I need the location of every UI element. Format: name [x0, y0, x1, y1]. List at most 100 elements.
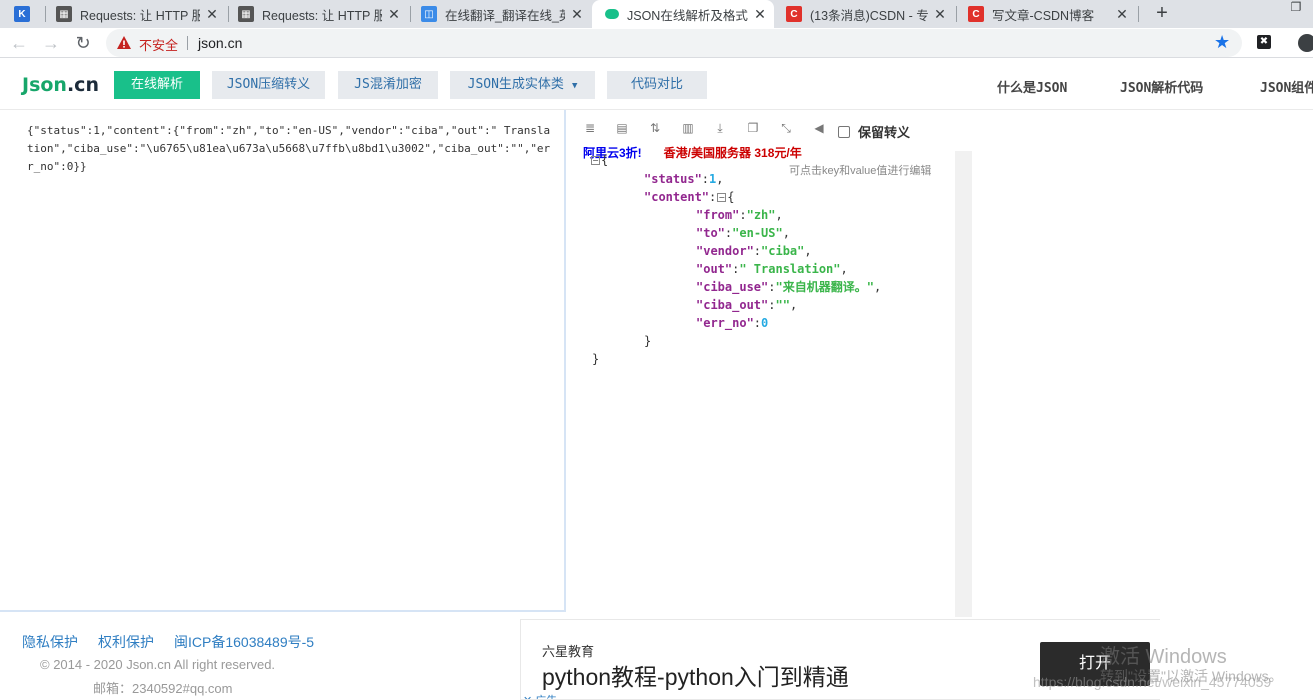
browser-toolbar: ← → ↻ 不安全 json.cn ★ [0, 28, 1313, 58]
address-bar[interactable]: 不安全 json.cn ★ [106, 29, 1242, 57]
json-value[interactable]: 0 [761, 316, 768, 330]
json-key[interactable]: "content" [644, 190, 709, 204]
json-key[interactable]: "to" [696, 226, 725, 240]
nav-code-diff[interactable]: 代码对比 [607, 71, 707, 99]
blog-watermark: https://blog.csdn.net/weixin_45774059 [1033, 674, 1272, 690]
footer-link-privacy[interactable]: 隐私保护 [22, 634, 78, 650]
tab-json-active[interactable]: JSON在线解析及格式化 ✕ [592, 0, 774, 28]
close-icon[interactable]: ✕ [932, 6, 948, 23]
nav-js-obfuscate[interactable]: JS混淆加密 [338, 71, 438, 99]
collapse-icon[interactable]: − [717, 193, 727, 202]
tree-row-content: "content": −{ [644, 190, 735, 204]
collapse-icon[interactable]: − [591, 156, 600, 165]
json-key[interactable]: "err_no" [696, 316, 754, 330]
keep-escape-checkbox[interactable] [838, 125, 850, 138]
json-input-editor[interactable]: {"status":1,"content":{"from":"zh","to":… [0, 110, 566, 612]
close-icon[interactable]: ✕ [1114, 6, 1130, 23]
logo-suffix: .cn [66, 74, 99, 96]
profile-avatar[interactable] [1298, 34, 1313, 52]
extension-icon[interactable]: ✖ [1257, 35, 1271, 49]
tree-row-to: "to":"en-US", [696, 226, 790, 240]
tree-row-ciba-use: "ciba_use":"来自机器翻译。", [696, 280, 882, 294]
new-tab-button[interactable]: + [1150, 0, 1174, 28]
tree-row-from: "from":"zh", [696, 208, 783, 222]
close-icon[interactable]: ✕ [752, 6, 768, 23]
json-icon [605, 9, 619, 19]
tab-separator [410, 6, 411, 22]
tab-title: (13条消息)CSDN - 专 [810, 8, 928, 23]
close-icon[interactable]: ✕ [204, 6, 220, 23]
database-icon[interactable]: ≣ [583, 121, 597, 135]
tree-row-ciba-out: "ciba_out":"", [696, 298, 798, 312]
back-icon[interactable]: ← [7, 31, 31, 55]
json-key[interactable]: "ciba_out" [696, 298, 768, 312]
link-json-code[interactable]: JSON解析代码 [1120, 77, 1203, 96]
site-logo[interactable]: Json.cn [22, 74, 99, 96]
tree-root-close: } [592, 352, 600, 366]
tree-row-err-no: "err_no":0 [696, 316, 769, 330]
windows-activation-title: 激活 Windows [1100, 646, 1227, 668]
viewer-ad-line[interactable]: 阿里云3折! 香港/美国服务器 318元/年 [583, 144, 802, 161]
footer-link-icp[interactable]: 闽ICP备16038489号-5 [174, 634, 314, 650]
viewer-scrollbar[interactable] [955, 151, 972, 617]
json-value[interactable]: "来自机器翻译。" [775, 280, 873, 294]
tab-csdn-write[interactable]: C 写文章-CSDN博客 ✕ [968, 0, 1130, 28]
reload-icon[interactable]: ↻ [71, 31, 95, 55]
ad-close-flag[interactable]: ✕ 广告 [523, 692, 557, 699]
close-icon[interactable]: ✕ [569, 6, 585, 23]
share-icon[interactable]: ◀ [812, 121, 826, 135]
json-value[interactable]: "" [775, 298, 789, 312]
close-icon[interactable]: ✕ [386, 6, 402, 23]
json-key[interactable]: "status" [644, 172, 702, 186]
tab-title: Requests: 让 HTTP 服 [80, 8, 200, 23]
forward-icon[interactable]: → [39, 31, 63, 55]
tab-separator [45, 6, 46, 22]
copy-icon[interactable]: ❐ [746, 121, 760, 135]
link-json-components[interactable]: JSON组件 [1260, 77, 1313, 96]
tab-csdn-messages[interactable]: C (13条消息)CSDN - 专 ✕ [786, 0, 948, 28]
json-value[interactable]: " Translation" [739, 262, 840, 276]
json-key[interactable]: "ciba_use" [696, 280, 768, 294]
tab-requests-2[interactable]: ▦ Requests: 让 HTTP 服 ✕ [238, 0, 402, 28]
footer-link-rights[interactable]: 权利保护 [98, 634, 154, 650]
ad-title[interactable]: python教程-python入门到精通 [542, 658, 849, 692]
tab-title: JSON在线解析及格式化 [627, 8, 748, 23]
json-key[interactable]: "out" [696, 262, 732, 276]
nav-online-parse[interactable]: 在线解析 [114, 71, 200, 99]
translate-icon: ◫ [421, 6, 437, 22]
download-icon[interactable]: ⤓ [713, 121, 727, 135]
tree-root-open: −{ [591, 153, 609, 167]
tab-requests-1[interactable]: ▦ Requests: 让 HTTP 服 ✕ [56, 0, 220, 28]
keep-escape-toggle[interactable]: 保留转义 [838, 122, 910, 141]
nav-json-compress[interactable]: JSON压缩转义 [212, 71, 325, 99]
trash-icon[interactable]: ▥ [681, 121, 695, 135]
warning-icon [117, 36, 131, 49]
tab-translate[interactable]: ◫ 在线翻译_翻译在线_英 ✕ [421, 0, 585, 28]
tree-row-out: "out":" Translation", [696, 262, 848, 276]
footer-links: 隐私保护 权利保护 闽ICP备16038489号-5 [22, 632, 334, 652]
security-label[interactable]: 不安全 [139, 35, 178, 54]
json-key[interactable]: "from" [696, 208, 739, 222]
ad-server[interactable]: 香港/美国服务器 318元/年 [664, 146, 802, 160]
kdocs-icon: K [14, 6, 30, 22]
tree-content-close: } [644, 334, 652, 348]
footer-copyright: © 2014 - 2020 Json.cn All right reserved… [40, 657, 276, 672]
nav-label: JSON生成实体类 [467, 77, 564, 92]
tab-separator [1138, 6, 1139, 22]
json-value[interactable]: "zh" [747, 208, 776, 222]
tab-kdocs[interactable]: K [14, 0, 40, 28]
bookmark-star-icon[interactable]: ★ [1214, 32, 1230, 53]
raw-json-text[interactable]: {"status":1,"content":{"from":"zh","to":… [27, 122, 555, 176]
window-restore-icon[interactable]: ❐ [1286, 0, 1306, 20]
link-what-is-json[interactable]: 什么是JSON [997, 77, 1067, 96]
json-value[interactable]: "en-US" [732, 226, 783, 240]
json-key[interactable]: "vendor" [696, 244, 754, 258]
tab-title: 在线翻译_翻译在线_英 [445, 8, 565, 23]
excel-icon[interactable]: ▤ [615, 121, 629, 135]
compress-icon[interactable]: ⤡ [779, 121, 793, 135]
json-value[interactable]: "ciba" [761, 244, 804, 258]
omnibox-divider [187, 36, 188, 50]
sort-icon[interactable]: ⇅ [648, 121, 662, 135]
url-text[interactable]: json.cn [198, 35, 242, 51]
nav-json-to-class[interactable]: JSON生成实体类 ▼ [450, 71, 595, 99]
